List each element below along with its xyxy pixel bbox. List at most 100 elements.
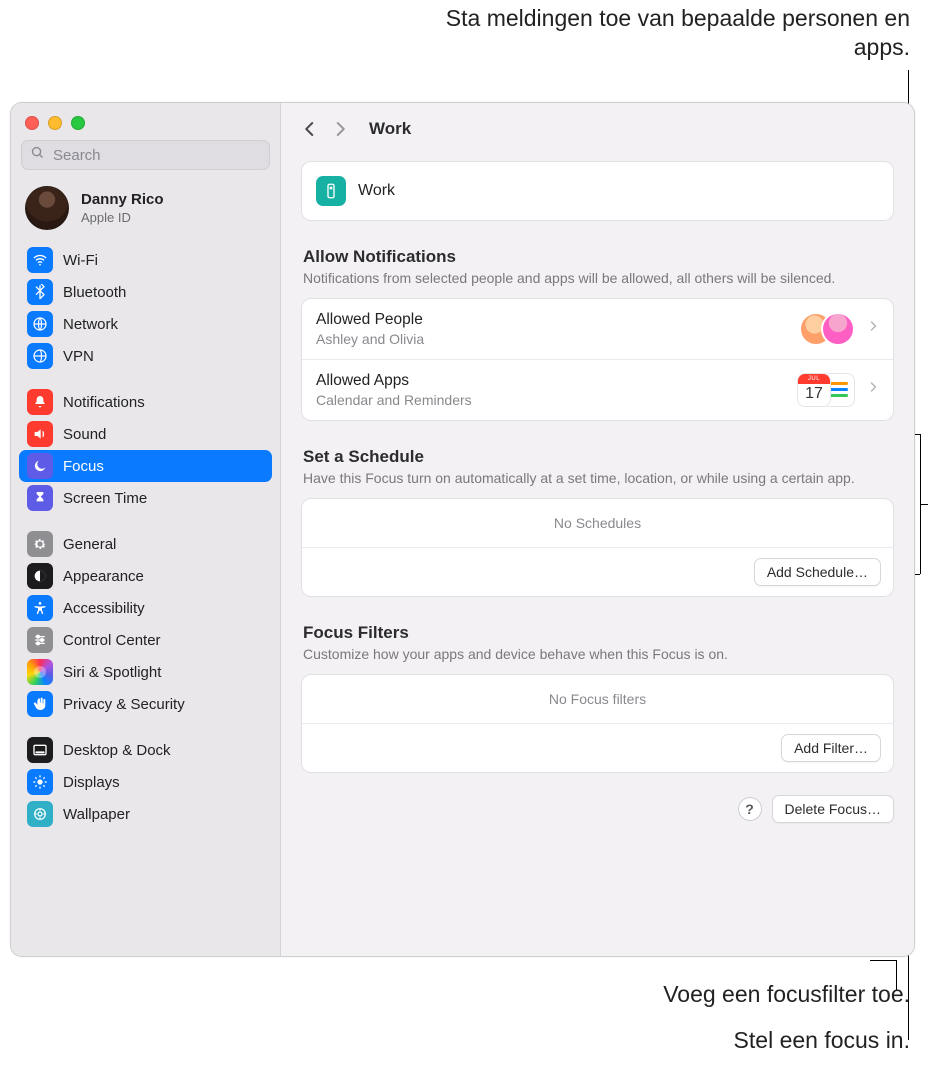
sidebar-list: Wi-Fi Bluetooth Network VPN Notifications Sou…	[11, 244, 280, 840]
section-heading: Allow Notifications	[303, 247, 892, 267]
minimize-window-button[interactable]	[48, 116, 62, 130]
display-icon	[27, 769, 53, 795]
row-subtitle: Calendar and Reminders	[316, 392, 785, 408]
badge-icon	[316, 176, 346, 206]
page-title: Work	[369, 119, 411, 139]
sidebar-item-general[interactable]: General	[19, 528, 272, 560]
footer-actions: ? Delete Focus…	[301, 795, 894, 823]
section-heading: Focus Filters	[303, 623, 892, 643]
moon-icon	[27, 453, 53, 479]
close-window-button[interactable]	[25, 116, 39, 130]
search-input[interactable]	[51, 146, 261, 165]
avatar	[25, 186, 69, 230]
hand-icon	[27, 691, 53, 717]
chevron-right-icon	[867, 379, 879, 400]
delete-focus-button[interactable]: Delete Focus…	[772, 795, 894, 823]
sidebar-item-control-center[interactable]: Control Center	[19, 624, 272, 656]
annotation-top: Sta meldingen toe van bepaalde personen …	[390, 4, 910, 62]
add-schedule-button[interactable]: Add Schedule…	[754, 558, 881, 586]
focus-hero-row[interactable]: Work	[301, 161, 894, 221]
leader-line	[896, 960, 897, 990]
accessibility-icon	[27, 595, 53, 621]
sidebar-item-sound[interactable]: Sound	[19, 418, 272, 450]
sidebar-item-notifications[interactable]: Notifications	[19, 386, 272, 418]
gear-icon	[27, 531, 53, 557]
bell-icon	[27, 389, 53, 415]
toolbar: Work	[281, 103, 914, 155]
section-focus-filters: Focus Filters Customize how your apps an…	[301, 623, 894, 773]
sidebar-item-label: Accessibility	[63, 600, 145, 617]
profile-sub: Apple ID	[81, 210, 164, 225]
speaker-icon	[27, 421, 53, 447]
content-pane: Work Work Allow Notifications Notificati…	[281, 103, 914, 956]
row-title: Allowed Apps	[316, 372, 785, 390]
sidebar-item-vpn[interactable]: VPN	[19, 340, 272, 372]
sidebar-item-desktop-dock[interactable]: Desktop & Dock	[19, 734, 272, 766]
sidebar-item-displays[interactable]: Displays	[19, 766, 272, 798]
sidebar-item-label: Desktop & Dock	[63, 742, 171, 759]
profile-name: Danny Rico	[81, 191, 164, 208]
section-heading: Set a Schedule	[303, 447, 892, 467]
sidebar-item-network[interactable]: Network	[19, 308, 272, 340]
focus-name: Work	[358, 182, 395, 200]
sidebar-item-wallpaper[interactable]: Wallpaper	[19, 798, 272, 830]
chevron-right-icon	[867, 318, 879, 339]
sidebar-item-accessibility[interactable]: Accessibility	[19, 592, 272, 624]
sidebar-item-appearance[interactable]: Appearance	[19, 560, 272, 592]
annotation-set-focus: Stel een focus in.	[734, 1026, 910, 1055]
vpn-icon	[27, 343, 53, 369]
sidebar-item-wi-fi[interactable]: Wi-Fi	[19, 244, 272, 276]
section-description: Have this Focus turn on automatically at…	[303, 469, 892, 488]
settings-window: Danny Rico Apple ID Wi-Fi Bluetooth Networ…	[10, 102, 915, 957]
help-button[interactable]: ?	[738, 797, 762, 821]
sidebar-item-label: Wi-Fi	[63, 252, 98, 269]
sidebar-item-label: Notifications	[63, 394, 145, 411]
sidebar-item-bluetooth[interactable]: Bluetooth	[19, 276, 272, 308]
zoom-window-button[interactable]	[71, 116, 85, 130]
sidebar-item-focus[interactable]: Focus	[19, 450, 272, 482]
sidebar-item-label: Network	[63, 316, 118, 333]
sidebar-item-label: VPN	[63, 348, 94, 365]
wallpaper-icon	[27, 801, 53, 827]
section-schedule: Set a Schedule Have this Focus turn on a…	[301, 447, 894, 597]
sidebar-item-label: Wallpaper	[63, 806, 130, 823]
row-subtitle: Ashley and Olivia	[316, 331, 787, 347]
leader-line	[870, 960, 896, 961]
allowed-apps-row[interactable]: Allowed Apps Calendar and Reminders JUL …	[302, 359, 893, 420]
sidebar-item-label: Bluetooth	[63, 284, 126, 301]
allowed-people-row[interactable]: Allowed People Ashley and Olivia	[302, 299, 893, 359]
sidebar-item-label: Control Center	[63, 632, 161, 649]
search-field[interactable]	[21, 140, 270, 170]
search-icon	[30, 145, 45, 165]
annotation-add-filter: Voeg een focusfilter toe.	[663, 980, 910, 1009]
section-allow-notifications: Allow Notifications Notifications from s…	[301, 247, 894, 421]
hourglass-icon	[27, 485, 53, 511]
add-filter-button[interactable]: Add Filter…	[781, 734, 881, 762]
sidebar-item-label: Sound	[63, 426, 106, 443]
section-description: Notifications from selected people and a…	[303, 269, 892, 288]
app-icons: JUL 17	[797, 373, 855, 407]
sidebar-item-label: General	[63, 536, 116, 553]
leader-line	[920, 504, 928, 505]
person-avatar	[821, 312, 855, 346]
sidebar-item-screen-time[interactable]: Screen Time	[19, 482, 272, 514]
sidebar-item-siri-spotlight[interactable]: Siri & Spotlight	[19, 656, 272, 688]
wifi-icon	[27, 247, 53, 273]
sliders-icon	[27, 627, 53, 653]
sidebar-item-privacy-security[interactable]: Privacy & Security	[19, 688, 272, 720]
sidebar-item-label: Appearance	[63, 568, 144, 585]
empty-schedules: No Schedules	[302, 499, 893, 548]
people-avatars	[799, 312, 855, 346]
dock-icon	[27, 737, 53, 763]
sidebar-item-label: Focus	[63, 458, 104, 475]
back-button[interactable]	[301, 120, 319, 138]
forward-button[interactable]	[331, 120, 349, 138]
apple-id-row[interactable]: Danny Rico Apple ID	[11, 180, 280, 244]
sidebar-item-label: Displays	[63, 774, 120, 791]
sidebar-item-label: Privacy & Security	[63, 696, 185, 713]
sidebar-item-label: Screen Time	[63, 490, 147, 507]
row-title: Allowed People	[316, 311, 787, 329]
appearance-icon	[27, 563, 53, 589]
sidebar-item-label: Siri & Spotlight	[63, 664, 161, 681]
calendar-icon: JUL 17	[797, 373, 831, 407]
